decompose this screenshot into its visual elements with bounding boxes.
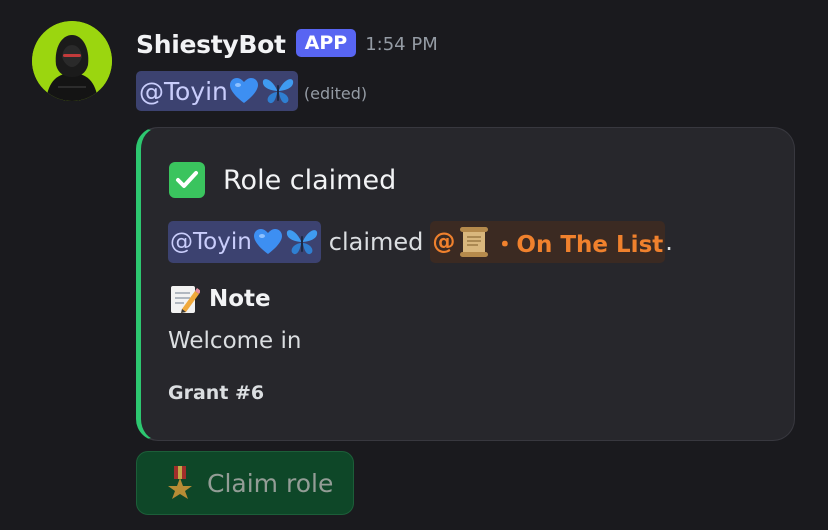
scroll-icon bbox=[460, 227, 489, 257]
edited-indicator: (edited) bbox=[303, 83, 368, 103]
embed-title-text: Role claimed bbox=[223, 164, 397, 196]
note-field-value: Welcome in bbox=[168, 328, 302, 354]
message-timestamp[interactable]: 1:54 PM bbox=[365, 34, 438, 55]
note-label: Note bbox=[209, 286, 271, 312]
bot-avatar[interactable] bbox=[32, 21, 112, 101]
butterfly-icon bbox=[286, 230, 317, 255]
butterfly-icon bbox=[262, 79, 294, 104]
role-claimed-embed: Role claimed @Toyin claimed @ ・On The Li… bbox=[136, 127, 795, 441]
memo-icon bbox=[171, 286, 200, 313]
note-field-name: Note bbox=[168, 283, 271, 315]
message-content: @Toyin (edited) bbox=[136, 67, 367, 115]
role-at-sign: @ bbox=[432, 229, 456, 255]
role-mention[interactable]: @ ・On The List bbox=[430, 221, 666, 263]
embed-title: Role claimed bbox=[169, 162, 396, 198]
claimant-mention-text: @Toyin bbox=[170, 229, 252, 255]
claim-role-label: Claim role bbox=[207, 468, 334, 498]
embed-footer: Grant #6 bbox=[168, 382, 265, 404]
sentence-period: . bbox=[665, 228, 673, 256]
blue-heart-icon bbox=[253, 229, 282, 254]
white-check-mark-icon bbox=[169, 162, 205, 198]
military-medal-icon bbox=[168, 466, 192, 499]
role-name: ・On The List bbox=[493, 232, 664, 258]
message-header: ShiestyBot APP 1:54 PM bbox=[136, 27, 438, 61]
blue-heart-icon bbox=[229, 78, 258, 103]
embed-description: @Toyin claimed @ ・On The List . bbox=[168, 221, 673, 263]
chat-message: ShiestyBot APP 1:54 PM @Toyin (edited) R… bbox=[0, 0, 828, 530]
user-mention[interactable]: @Toyin bbox=[136, 71, 298, 111]
claimant-mention[interactable]: @Toyin bbox=[168, 221, 321, 263]
app-badge: APP bbox=[295, 29, 357, 57]
mention-text: @Toyin bbox=[139, 76, 228, 106]
claim-role-button[interactable]: Claim role bbox=[136, 451, 354, 515]
bot-username[interactable]: ShiestyBot bbox=[136, 30, 286, 59]
claimed-text: claimed bbox=[328, 228, 424, 256]
